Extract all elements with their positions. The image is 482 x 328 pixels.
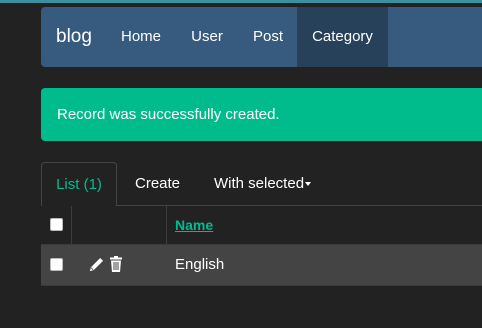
- nav-item-user[interactable]: User: [175, 7, 239, 67]
- name-column-header[interactable]: Name: [175, 206, 213, 244]
- top-accent-line: [0, 0, 482, 3]
- table-header: Name: [41, 206, 482, 244]
- caret-down-icon: [305, 182, 312, 187]
- nav-item-post[interactable]: Post: [239, 7, 297, 67]
- tab-list-label: List (1): [56, 176, 102, 193]
- tab-create[interactable]: Create: [135, 162, 180, 206]
- success-alert: Record was successfully created.: [41, 88, 482, 141]
- column-divider: [71, 206, 72, 244]
- nav-item-category[interactable]: Category: [297, 7, 388, 67]
- column-divider: [166, 206, 167, 244]
- navbar: blog Home User Post Category: [41, 7, 482, 67]
- trash-icon[interactable]: [109, 256, 123, 277]
- select-all-checkbox[interactable]: [50, 218, 63, 231]
- row-select-checkbox[interactable]: [50, 258, 63, 271]
- records-table: Name English: [41, 206, 482, 286]
- tab-list[interactable]: List (1): [41, 162, 117, 206]
- tab-with-selected-dropdown[interactable]: With selected: [214, 162, 312, 206]
- alert-message: Record was successfully created.: [57, 106, 280, 123]
- tab-with-selected-label: With selected: [214, 175, 305, 192]
- pencil-icon[interactable]: [89, 257, 104, 277]
- nav-item-home[interactable]: Home: [107, 7, 175, 67]
- row-name-cell: English: [175, 256, 225, 273]
- table-row: English: [41, 244, 482, 286]
- tab-create-label: Create: [135, 175, 181, 192]
- brand-logo[interactable]: blog: [56, 7, 92, 67]
